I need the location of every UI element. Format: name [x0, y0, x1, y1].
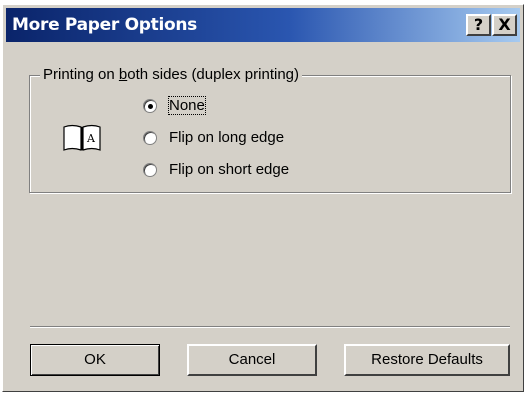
duplex-group-label: Printing on both sides (duplex printing)	[40, 66, 302, 83]
ok-button[interactable]: OK	[30, 344, 160, 376]
cancel-button[interactable]: Cancel	[187, 344, 317, 376]
radio-none-button[interactable]	[143, 99, 157, 113]
button-separator	[30, 326, 510, 328]
radio-flip-short-edge-button[interactable]	[143, 163, 157, 177]
close-button[interactable]: X	[492, 14, 517, 36]
radio-flip-long-edge-label: Flip on long edge	[169, 129, 285, 146]
duplex-groupbox: Printing on both sides (duplex printing)…	[29, 66, 511, 193]
dialog-title: More Paper Options	[12, 15, 197, 35]
help-button[interactable]: ?	[466, 14, 491, 36]
radio-none-label: None	[168, 96, 206, 115]
svg-text:A: A	[86, 132, 96, 145]
title-bar[interactable]: More Paper Options ? X	[6, 8, 520, 42]
restore-defaults-button[interactable]: Restore Defaults	[344, 344, 510, 376]
radio-flip-short-edge-label: Flip on short edge	[169, 161, 290, 178]
radio-flip-long-edge-button[interactable]	[143, 131, 157, 145]
open-book-icon: A	[63, 124, 101, 151]
dialog-window: More Paper Options ? X Printing on both …	[2, 4, 524, 392]
